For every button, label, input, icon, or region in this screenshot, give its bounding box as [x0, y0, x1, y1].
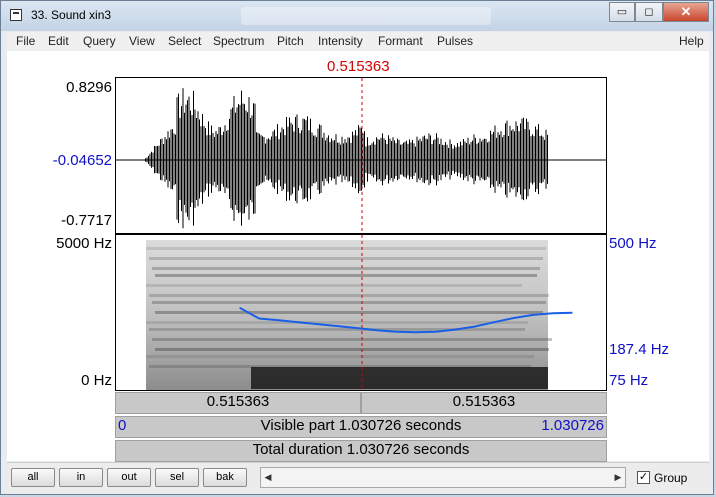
total-duration-bar[interactable]: Total duration 1.030726 seconds	[115, 440, 607, 462]
sound-editor-window: 33. Sound xin3 ▭ ◻ ✕ File Edit Query Vie…	[0, 0, 714, 495]
zoom-selection-button[interactable]: sel	[155, 468, 199, 487]
menu-pitch[interactable]: Pitch	[277, 34, 304, 48]
time-segment-right-value: 0.515363	[452, 393, 516, 410]
waveform-min-label: -0.7717	[61, 212, 112, 229]
bottom-toolbar: all in out sel bak ◀ ▶ ✓ Group	[7, 462, 709, 493]
visible-start: 0	[118, 417, 127, 434]
zoom-out-button[interactable]: out	[107, 468, 151, 487]
pitch-current-label: 187.4 Hz	[609, 341, 670, 358]
visible-part-bar[interactable]: 0 Visible part 1.030726 seconds 1.030726	[115, 416, 607, 438]
horizontal-scrollbar[interactable]: ◀ ▶	[260, 467, 626, 488]
menu-pulses[interactable]: Pulses	[437, 34, 473, 48]
spectrogram-graphic	[146, 235, 573, 390]
zoom-all-button[interactable]: all	[11, 468, 55, 487]
time-segment-left-value: 0.515363	[206, 393, 270, 410]
group-label: Group	[654, 471, 688, 485]
app-icon	[10, 9, 22, 21]
scroll-left-icon[interactable]: ◀	[261, 468, 275, 487]
menu-edit[interactable]: Edit	[48, 34, 69, 48]
spectrogram-bottom-freq: 0 Hz	[81, 372, 112, 389]
menu-select[interactable]: Select	[168, 34, 201, 48]
waveform-mid-label: -0.04652	[52, 152, 112, 169]
visible-end: 1.030726	[541, 417, 604, 434]
minimize-button[interactable]: ▭	[609, 2, 635, 22]
title-bar[interactable]: 33. Sound xin3 ▭ ◻ ✕	[1, 1, 713, 31]
cursor-time-label: 0.515363	[327, 58, 390, 75]
total-duration-label: Total duration 1.030726 seconds	[252, 441, 470, 458]
menu-file[interactable]: File	[16, 34, 35, 48]
menu-spectrum[interactable]: Spectrum	[213, 34, 264, 48]
group-checkbox[interactable]: ✓	[637, 471, 650, 484]
waveform-max-label: 0.8296	[66, 79, 112, 96]
menu-intensity[interactable]: Intensity	[318, 34, 363, 48]
waveform-panel[interactable]	[115, 77, 607, 234]
waveform-graphic	[116, 78, 606, 233]
waveform-samples	[145, 88, 548, 229]
zoom-in-button[interactable]: in	[59, 468, 103, 487]
spectrogram-top-freq: 5000 Hz	[56, 235, 112, 252]
menu-bar: File Edit Query View Select Spectrum Pit…	[7, 32, 709, 50]
spectrogram-panel[interactable]	[115, 234, 607, 391]
menu-view[interactable]: View	[129, 34, 155, 48]
spectrogram-voicing-bar	[251, 367, 548, 389]
menu-help[interactable]: Help	[679, 34, 704, 48]
close-button[interactable]: ✕	[663, 2, 709, 22]
zoom-back-button[interactable]: bak	[203, 468, 247, 487]
maximize-button[interactable]: ◻	[635, 2, 663, 22]
time-segment-right[interactable]: 0.515363	[361, 392, 607, 414]
visible-part-label: Visible part 1.030726 seconds	[260, 417, 462, 434]
menu-formant[interactable]: Formant	[378, 34, 423, 48]
pitch-bottom-label: 75 Hz	[609, 372, 649, 389]
menu-query[interactable]: Query	[83, 34, 116, 48]
time-segment-left[interactable]: 0.515363	[115, 392, 361, 414]
title-background-glow	[241, 7, 491, 25]
window-title: 33. Sound xin3	[31, 8, 112, 22]
pitch-top-label: 500 Hz	[609, 235, 657, 252]
scroll-right-icon[interactable]: ▶	[611, 468, 625, 487]
